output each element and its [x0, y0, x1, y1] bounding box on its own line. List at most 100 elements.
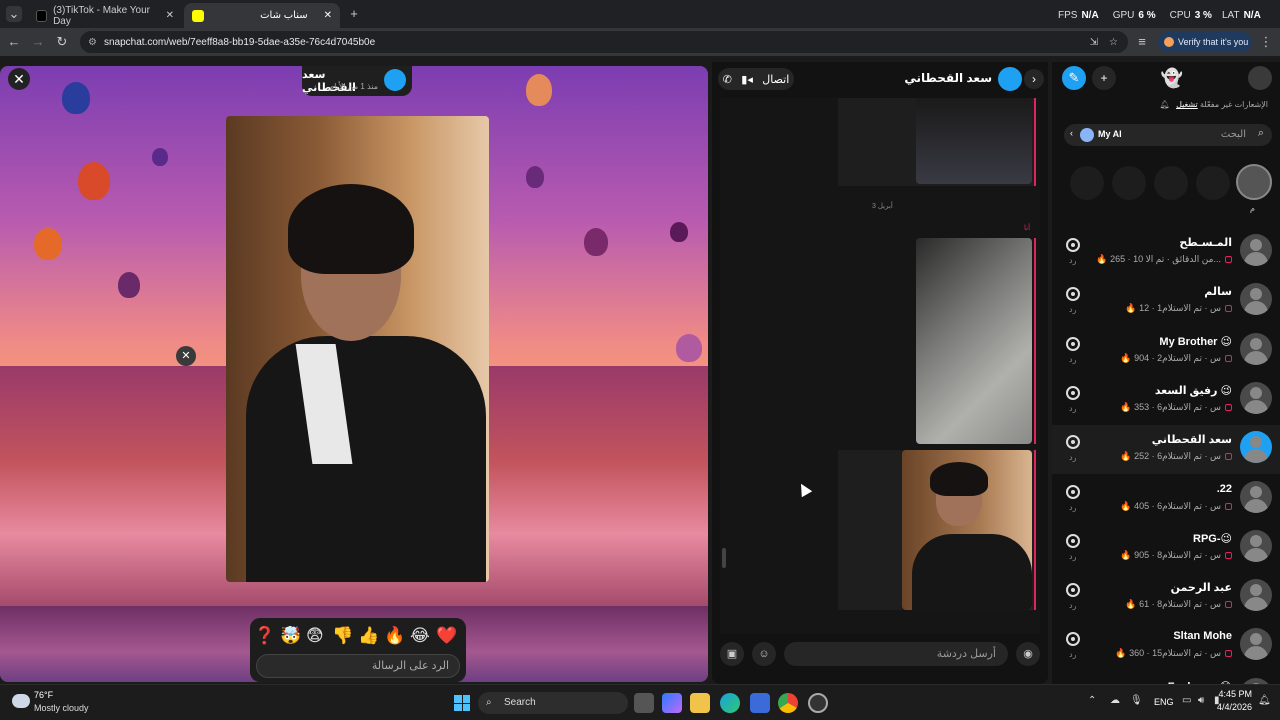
chevron-left-icon[interactable]: ‹ — [1070, 128, 1073, 138]
emoji-icon[interactable]: ☺ — [752, 642, 776, 666]
media-thumbnail[interactable] — [916, 238, 1032, 444]
store-icon[interactable] — [750, 693, 770, 713]
address-bar[interactable]: ⚙ snapchat.com/web/7eeff8a8-bb19-5dae-a3… — [80, 31, 1128, 53]
friend-avatar[interactable] — [1240, 333, 1272, 365]
friend-avatar[interactable] — [1240, 283, 1272, 315]
back-icon[interactable]: ← — [6, 34, 22, 50]
add-friend-icon[interactable]: + — [1092, 66, 1116, 90]
close-viewer-button[interactable]: ✕ — [8, 68, 30, 90]
video-icon[interactable]: ▮◂ — [741, 73, 753, 86]
browser-menu-icon[interactable]: ⋮ — [1258, 34, 1274, 50]
weather-temp[interactable]: 76°F — [34, 690, 53, 700]
camera-reply-icon[interactable] — [1066, 583, 1080, 597]
reaction-fearful[interactable]: 😨 — [306, 626, 324, 646]
camera-reply-icon[interactable] — [1066, 632, 1080, 646]
notifications-icon[interactable]: 🔔︎ — [1258, 695, 1271, 706]
close-tab-icon[interactable]: ✕ — [324, 10, 332, 21]
new-tab-button[interactable]: + — [346, 6, 362, 22]
camera-reply-icon[interactable] — [1066, 337, 1080, 351]
new-chat-icon[interactable]: ✎ — [1062, 66, 1086, 90]
my-ai-label[interactable]: My AI — [1098, 129, 1122, 139]
phone-icon[interactable]: ✆ — [723, 73, 732, 86]
reaction-laugh[interactable]: 😂 — [410, 626, 430, 646]
friend-item[interactable]: Sltan Mohe 🔥 360 · 15س · تم الاستلام رد — [1052, 622, 1280, 671]
chevron-right-icon[interactable]: › — [1024, 69, 1044, 89]
media-thumbnail[interactable] — [916, 98, 1032, 184]
file-explorer-icon[interactable] — [690, 693, 710, 713]
tab-search-icon[interactable]: ⌄ — [6, 6, 22, 22]
camera-reply-icon[interactable] — [1066, 287, 1080, 301]
app-icon[interactable] — [808, 693, 828, 713]
edge-icon[interactable] — [720, 693, 740, 713]
camera-reply-icon[interactable] — [1066, 485, 1080, 499]
weather-desc[interactable]: Mostly cloudy — [34, 703, 89, 713]
friend-item[interactable]: سعد القحطاني 🔥 252 · 6س · تم الاستلام رد — [1052, 425, 1280, 474]
tab-snapchat[interactable]: سناب شات ✕ — [184, 3, 340, 28]
resize-handle[interactable] — [722, 548, 726, 568]
onedrive-icon[interactable]: ☁ — [1110, 695, 1120, 706]
snapchat-ghost-icon[interactable]: 👻 — [1160, 66, 1184, 90]
taskbar-search[interactable]: ⌕ Search — [478, 692, 628, 714]
language-indicator[interactable]: ENG — [1154, 697, 1174, 707]
install-icon[interactable]: ⇲ — [1090, 37, 1098, 48]
camera-icon[interactable]: ◉ — [1016, 642, 1040, 666]
reaction-heart[interactable]: ❤️ — [436, 626, 457, 646]
search-input[interactable]: البحث — [1221, 129, 1246, 140]
reaction-mind-blown[interactable]: 🤯 — [280, 626, 301, 646]
friend-avatar[interactable] — [1240, 579, 1272, 611]
windows-start-icon[interactable] — [454, 695, 470, 711]
friend-avatar[interactable] — [1240, 481, 1272, 513]
profile-avatar[interactable] — [1248, 66, 1272, 90]
friend-item[interactable]: My Brother 😉 🔥 904 · 2س · تم الاستلام رد — [1052, 327, 1280, 376]
chat-avatar-icon[interactable] — [998, 67, 1022, 91]
friend-avatar[interactable] — [1240, 431, 1272, 463]
my-story[interactable] — [1236, 164, 1272, 200]
friend-item[interactable]: سالم 🔥 12 · 1س · تم الاستلام رد — [1052, 277, 1280, 326]
clock-time[interactable]: 4:45 PM — [1218, 689, 1252, 699]
close-tab-icon[interactable]: ✕ — [166, 10, 174, 21]
search-icon[interactable]: ⌕ — [1258, 127, 1264, 140]
copilot-icon[interactable] — [662, 693, 682, 713]
chat-input[interactable]: أرسل دردشة — [784, 642, 1008, 666]
media-thumbnail[interactable] — [902, 450, 1032, 610]
reaction-question[interactable]: ❓ — [254, 626, 275, 646]
friend-avatar[interactable] — [1240, 234, 1272, 266]
camera-reply-icon[interactable] — [1066, 534, 1080, 548]
enable-notifications-link[interactable]: تشغيل — [1176, 100, 1198, 109]
friend-item[interactable]: عبد الرحمن 🔥 61 · 8س · تم الاستلام رد — [1052, 573, 1280, 622]
gallery-icon[interactable]: ▣ — [720, 642, 744, 666]
gpu-value: 6 % — [1138, 10, 1156, 21]
task-view-icon[interactable] — [634, 693, 654, 713]
camera-reply-icon[interactable] — [1066, 435, 1080, 449]
clock-date[interactable]: 4/4/2026 — [1212, 702, 1252, 712]
tray-chevron-icon[interactable]: ⌃ — [1088, 695, 1096, 706]
search-bar[interactable]: ‹ My AI البحث ⌕ — [1064, 124, 1272, 146]
camera-reply-icon[interactable] — [1066, 238, 1080, 252]
chrome-icon[interactable] — [778, 693, 798, 713]
friend-avatar[interactable] — [1240, 628, 1272, 660]
friend-item[interactable]: RPG-😉 🔥 905 · 8س · تم الاستلام رد — [1052, 524, 1280, 573]
friend-avatar[interactable] — [1240, 530, 1272, 562]
reload-icon[interactable]: ↻ — [54, 34, 70, 50]
reaction-thumbs-down[interactable]: 👎 — [332, 626, 353, 646]
reading-list-icon[interactable]: ≡ — [1134, 34, 1150, 50]
site-info-icon[interactable]: ⚙ — [88, 37, 97, 48]
reaction-fire[interactable]: 🔥 — [384, 626, 405, 646]
camera-reply-icon[interactable] — [1066, 386, 1080, 400]
snap-sender[interactable]: سعد القحطاني منذ 1 من الأيام — [302, 66, 412, 96]
volume-icon[interactable]: 🔊︎ — [1198, 695, 1204, 706]
friend-item[interactable]: .22 🔥 405 · 6س · تم الاستلام رد — [1052, 475, 1280, 524]
friend-item[interactable]: المـسـطح 🔥 265 · 10 من الدقائق · تم الا..… — [1052, 228, 1280, 277]
verify-identity-button[interactable]: Verify that it's you — [1158, 32, 1252, 52]
forward-icon[interactable]: → — [30, 34, 46, 50]
reaction-thumbs-up[interactable]: 👍 — [358, 626, 379, 646]
network-icon[interactable]: ▭ — [1182, 695, 1191, 706]
friend-item[interactable]: رفيق السعد 😉 🔥 353 · 6س · تم الاستلام رد — [1052, 376, 1280, 425]
microphone-icon[interactable]: 🎙︎ — [1130, 695, 1143, 706]
bookmark-star-icon[interactable]: ☆ — [1109, 37, 1118, 48]
friend-avatar[interactable] — [1240, 382, 1272, 414]
call-button[interactable]: ✆ ▮◂ اتصال — [718, 68, 794, 90]
reply-input[interactable]: الرد على الرسالة — [256, 654, 460, 678]
dismiss-photo-button[interactable]: ✕ — [176, 346, 196, 366]
tab-tiktok[interactable]: (3)TikTok - Make Your Day ✕ — [28, 3, 182, 28]
